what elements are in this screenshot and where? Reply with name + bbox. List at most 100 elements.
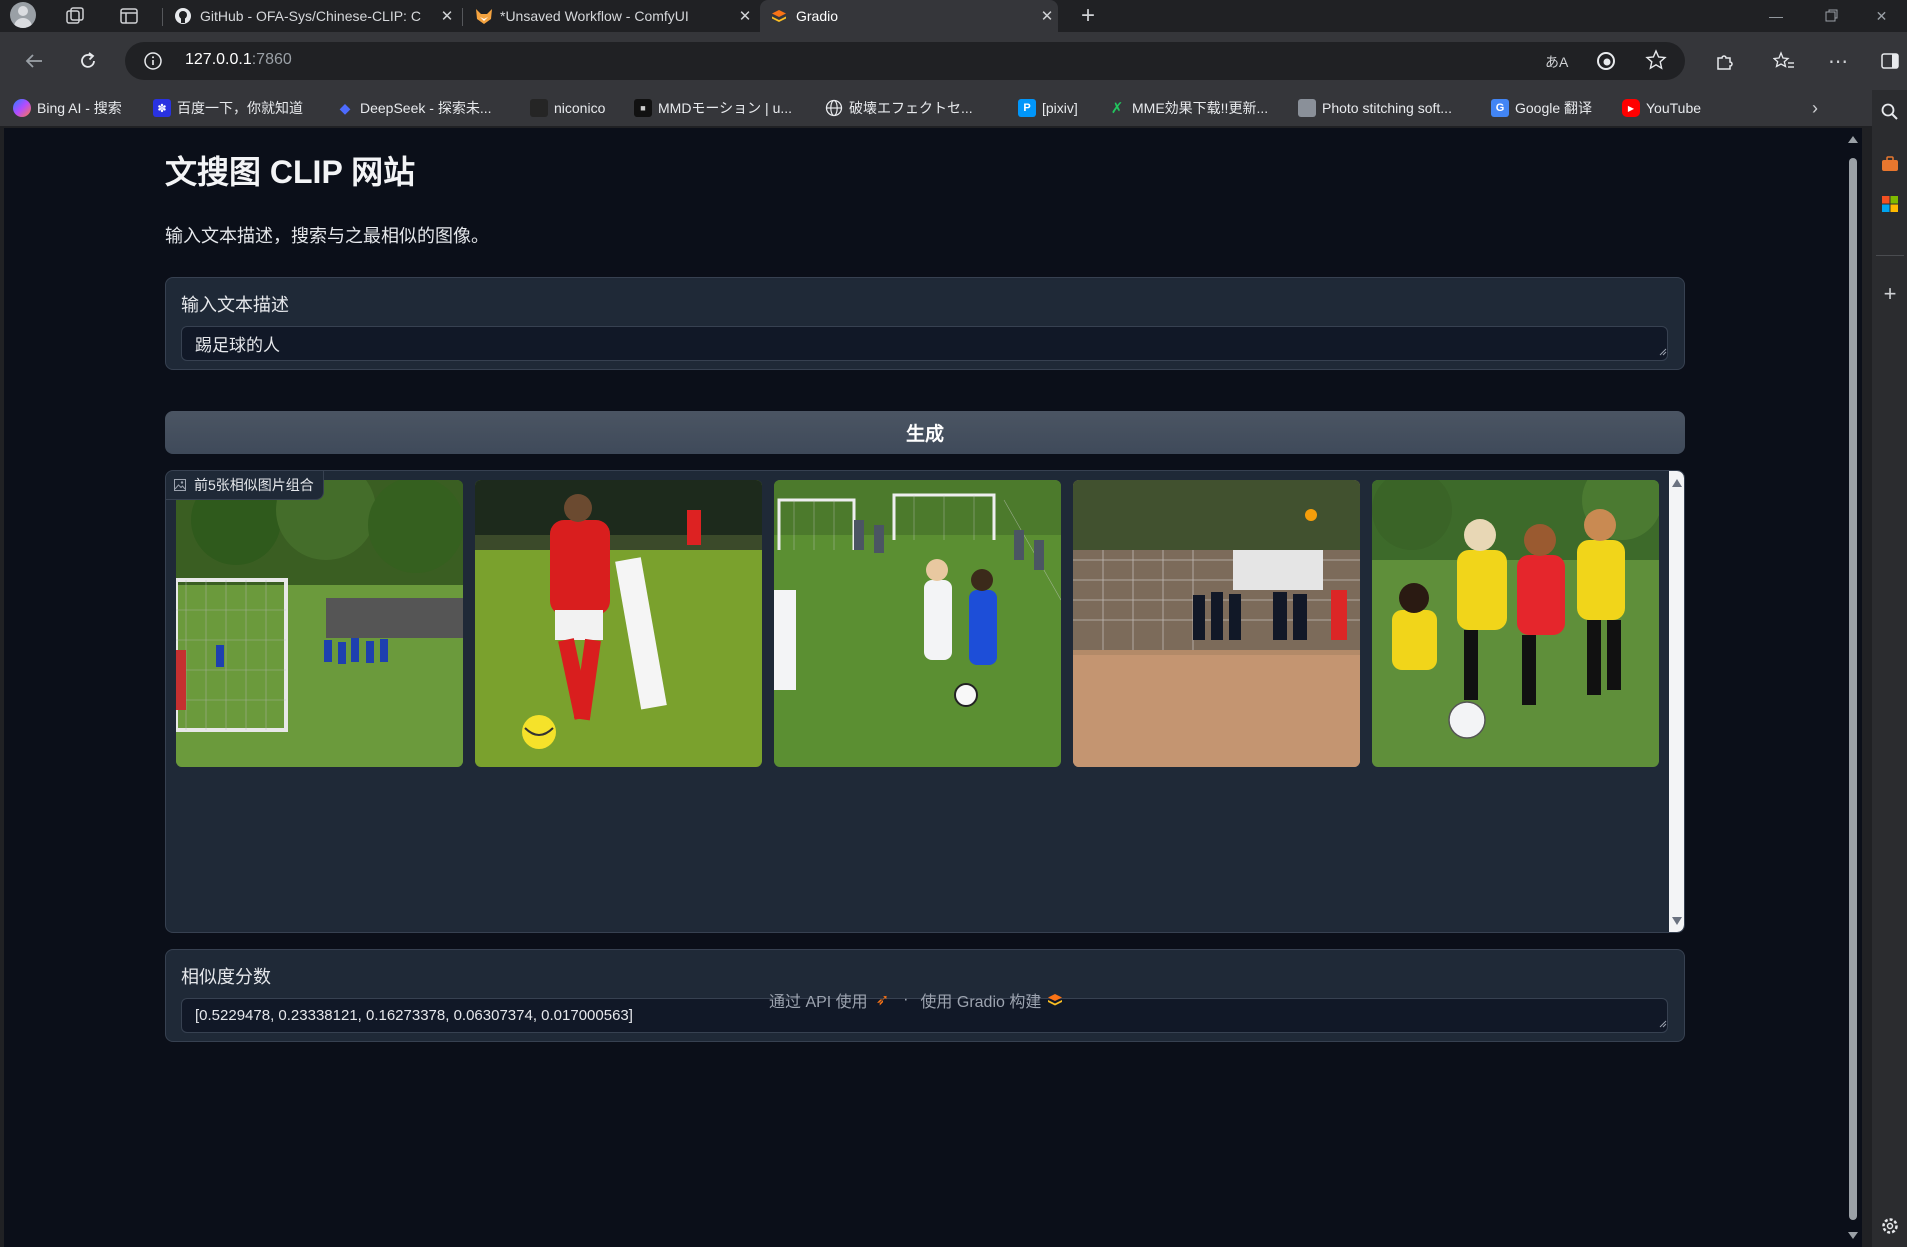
gradio-app: 文搜图 CLIP 网站 输入文本描述，搜索与之最相似的图像。 输入文本描述 踢足… — [4, 128, 1844, 1247]
sidebar-toggle-icon[interactable] — [1872, 43, 1907, 79]
favorite-star-icon[interactable] — [1645, 49, 1667, 71]
close-icon[interactable]: ✕ — [734, 7, 756, 25]
back-icon[interactable] — [16, 43, 52, 79]
scroll-up-icon[interactable] — [1672, 479, 1682, 487]
bookmark-deepseek[interactable]: ◆ DeepSeek - 探索未... — [336, 90, 492, 126]
gradio-icon — [770, 7, 788, 25]
bookmark-label: MME効果下载!!更新... — [1132, 100, 1269, 116]
deepseek-icon: ◆ — [339, 99, 351, 116]
favorites-icon[interactable] — [1766, 43, 1802, 79]
bookmark-youtube[interactable]: ▶ YouTube — [1622, 90, 1701, 126]
use-via-api-link[interactable]: 通过 API 使用 — [769, 988, 868, 1012]
bookmark-label: MMDモーション | u... — [658, 100, 793, 116]
site-info-icon[interactable] — [143, 51, 163, 71]
photo-icon — [1298, 99, 1316, 117]
bookmark-pixiv[interactable]: P [pixiv] — [1018, 90, 1078, 126]
bookmark-mmd[interactable]: ■ MMDモーション | u... — [634, 90, 792, 126]
add-sidebar-app-icon[interactable]: + — [1876, 280, 1904, 308]
gallery-image-4[interactable] — [1073, 480, 1360, 767]
window-close-icon[interactable]: ✕ — [1856, 0, 1907, 32]
scroll-down-icon[interactable] — [1848, 1232, 1858, 1239]
gallery-block: 前5张相似图片组合 — [165, 470, 1685, 933]
edge-sidebar: + — [1872, 90, 1907, 1247]
bookmark-label: Photo stitching soft... — [1322, 100, 1452, 116]
bookmarks-overflow-icon[interactable]: › — [1812, 90, 1818, 126]
bookmarks-bar: Bing AI - 搜索 ✽ 百度一下，你就知道 ◆ DeepSeek - 探索未.… — [0, 90, 1880, 126]
bookmark-label: YouTube — [1646, 100, 1702, 116]
bing-icon — [13, 99, 31, 117]
pixiv-icon: P — [1018, 99, 1036, 117]
gallery-image-1[interactable] — [176, 480, 463, 767]
browser-toolbar: 127.0.0.1:7860 あA ⋯ — [0, 32, 1907, 90]
bookmark-label: Bing AI - 搜索 — [37, 100, 122, 116]
footer-separator: · — [903, 991, 909, 1008]
image-icon — [174, 479, 186, 491]
comfyui-fox-icon — [474, 7, 492, 25]
tab-gradio[interactable]: Gradio ✕ — [760, 0, 1058, 32]
rocket-icon: ➶ — [875, 992, 890, 1009]
bookmark-google-translate[interactable]: G Google 翻译 — [1491, 90, 1592, 126]
tab-title: GitHub - OFA-Sys/Chinese-CLIP: C — [200, 8, 421, 24]
youtube-icon: ▶ — [1622, 99, 1640, 117]
globe-icon — [825, 99, 843, 117]
niconico-icon — [530, 99, 548, 117]
bookmark-baidu[interactable]: ✽ 百度一下，你就知道 — [153, 90, 303, 126]
gallery-scrollbar[interactable] — [1669, 471, 1684, 932]
built-with-gradio-link[interactable]: 使用 Gradio 构建 — [920, 988, 1041, 1012]
resize-handle-icon[interactable] — [1659, 348, 1667, 356]
mmd-icon: ■ — [634, 99, 652, 117]
close-icon[interactable]: ✕ — [1036, 7, 1058, 25]
bookmark-niconico[interactable]: niconico — [530, 90, 605, 126]
tab-github[interactable]: GitHub - OFA-Sys/Chinese-CLIP: C ✕ — [164, 0, 458, 32]
google-translate-icon: G — [1491, 99, 1509, 117]
workspaces-icon[interactable] — [64, 5, 86, 27]
gallery-label: 前5张相似图片组合 — [194, 477, 314, 493]
search-icon[interactable] — [1876, 98, 1904, 126]
refresh-icon[interactable] — [70, 43, 106, 79]
more-menu-icon[interactable]: ⋯ — [1820, 43, 1856, 79]
profile-avatar[interactable] — [10, 2, 36, 28]
minimize-icon[interactable]: — — [1748, 0, 1804, 32]
gallery-image-5[interactable] — [1372, 480, 1659, 767]
toolbox-icon[interactable] — [1876, 150, 1904, 178]
tab-title: *Unsaved Workflow - ComfyUI — [500, 8, 689, 24]
vertical-tabs-icon[interactable] — [118, 5, 140, 27]
edge-copilot-icon[interactable] — [1595, 50, 1617, 72]
address-bar[interactable]: 127.0.0.1:7860 あA — [125, 42, 1685, 80]
close-icon[interactable]: ✕ — [436, 7, 458, 25]
restore-icon[interactable] — [1804, 0, 1860, 32]
footer: 通过 API 使用 ➶ · 使用 Gradio 构建 — [769, 988, 1063, 1012]
page-scroll-thumb[interactable] — [1849, 158, 1857, 1220]
extensions-icon[interactable] — [1706, 43, 1742, 79]
generate-button[interactable]: 生成 — [165, 411, 1685, 454]
page-title: 文搜图 CLIP 网站 — [165, 154, 416, 190]
bookmark-bing[interactable]: Bing AI - 搜索 — [13, 90, 122, 126]
gallery-image-2[interactable] — [475, 480, 762, 767]
tab-strip: GitHub - OFA-Sys/Chinese-CLIP: C ✕ *Unsa… — [0, 0, 1907, 32]
bookmark-label: Google 翻译 — [1515, 100, 1593, 116]
bookmark-label: 破壊エフェクトセ... — [849, 100, 973, 116]
office-icon[interactable] — [1876, 190, 1904, 218]
tab-comfyui[interactable]: *Unsaved Workflow - ComfyUI ✕ — [464, 0, 756, 32]
gallery-label-badge: 前5张相似图片组合 — [166, 471, 324, 500]
scroll-up-icon[interactable] — [1848, 136, 1858, 143]
gallery-image-3[interactable] — [774, 480, 1061, 767]
text-input-label: 输入文本描述 — [181, 295, 289, 315]
new-tab-icon[interactable]: + — [1075, 3, 1101, 29]
bookmark-globe[interactable]: 破壊エフェクトセ... — [825, 90, 973, 126]
bookmark-photo-stitching[interactable]: Photo stitching soft... — [1298, 90, 1452, 126]
page-scrollbar[interactable] — [1844, 128, 1862, 1247]
resize-handle-icon[interactable] — [1659, 1020, 1667, 1028]
text-input[interactable]: 踢足球的人 — [181, 326, 1668, 361]
bookmark-label: niconico — [554, 100, 606, 116]
sidebar-settings-icon[interactable] — [1876, 1212, 1904, 1240]
bookmark-mme[interactable]: ✗ MME効果下载!!更新... — [1108, 90, 1268, 126]
gradio-logo-icon — [1048, 994, 1063, 1006]
text-input-block: 输入文本描述 踢足球的人 — [165, 277, 1685, 370]
translate-icon[interactable]: あA — [1545, 52, 1568, 72]
bookmark-label: DeepSeek - 探索未... — [360, 100, 492, 116]
scroll-down-icon[interactable] — [1672, 917, 1682, 925]
bookmark-label: 百度一下，你就知道 — [177, 100, 303, 116]
tab-title: Gradio — [796, 8, 839, 24]
github-icon — [174, 7, 192, 25]
